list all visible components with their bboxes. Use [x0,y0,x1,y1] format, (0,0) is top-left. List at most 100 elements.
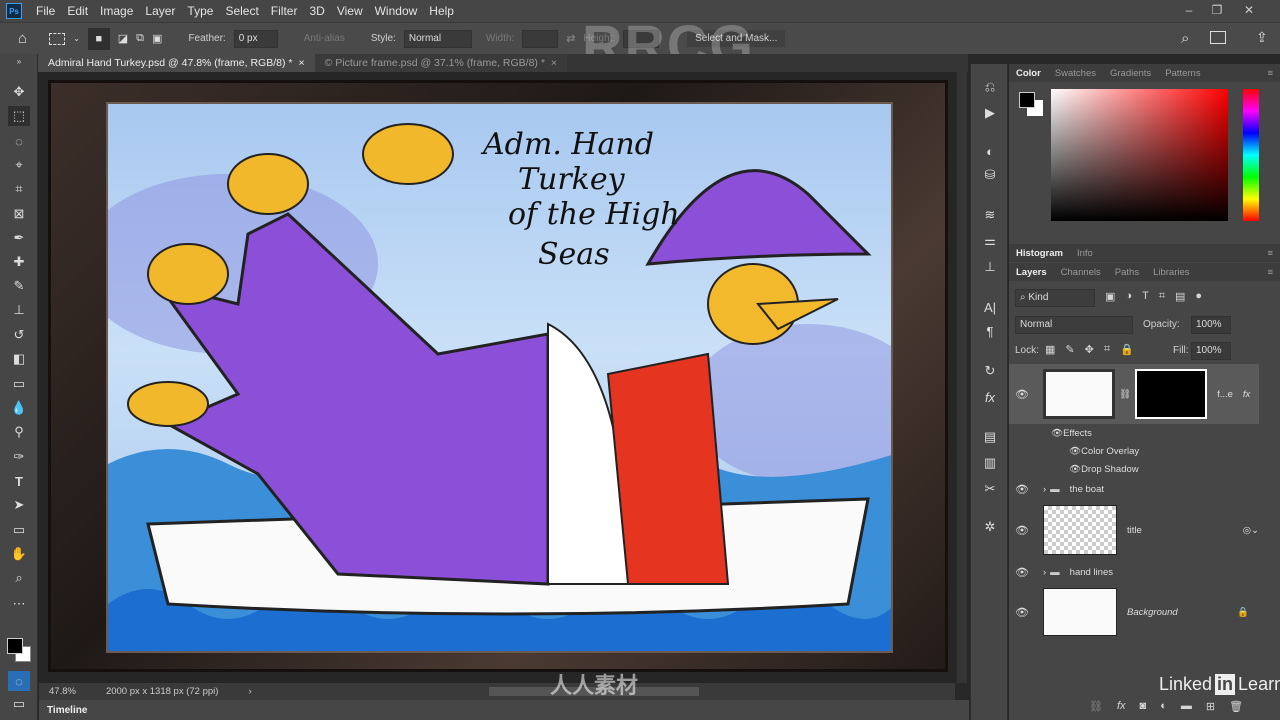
3d-icon[interactable]: ⛁ [980,166,1000,184]
tab-admiral-hand-turkey[interactable]: Admiral Hand Turkey.psd @ 47.8% (frame, … [38,54,315,72]
delete-layer-icon[interactable]: 🗑 [1229,700,1243,713]
layer-filter-select[interactable]: ⌕ Kind [1015,289,1095,307]
effect-drop-shadow[interactable]: 👁 Drop Shadow [1009,460,1259,478]
visibility-eye-icon[interactable]: 👁 [1069,446,1081,457]
panel-menu-icon[interactable]: ≡ [1260,267,1280,278]
restore-button[interactable]: ❐ [1204,0,1230,20]
menu-select[interactable]: Select [219,4,264,18]
visibility-eye-icon[interactable]: 👁 [1009,566,1035,579]
marquee-tool-icon[interactable]: ⬚ [8,106,30,126]
home-icon[interactable]: ⌂ [18,30,27,47]
quick-select-icon[interactable]: ⌖ [8,155,30,175]
visibility-eye-icon[interactable]: 👁 [1009,388,1035,401]
canvas-area[interactable]: Adm. Hand Turkey of the High Seas [39,72,955,683]
path-select-icon[interactable]: ➤ [8,495,30,515]
new-adjustment-icon[interactable]: ◐ [1160,700,1167,713]
frame-tool-icon[interactable]: ⊠ [8,204,30,224]
add-mask-icon[interactable]: ◙ [1140,700,1147,713]
menu-image[interactable]: Image [94,4,139,18]
lock-artboard-icon[interactable]: ⌗ [1104,343,1110,356]
menu-view[interactable]: View [331,4,369,18]
search-icon[interactable]: ⌕ [1181,30,1189,47]
feather-input[interactable]: 0 px [233,29,278,48]
zoom-tool-icon[interactable]: ⌕ [8,568,30,588]
menu-filter[interactable]: Filter [265,4,304,18]
effect-color-overlay[interactable]: 👁 Color Overlay [1009,442,1259,460]
move-tool-icon[interactable]: ✥ [8,82,30,102]
hand-tool-icon[interactable]: ✋ [8,544,30,564]
collapse-icon[interactable]: » [8,56,30,66]
adjustments-icon[interactable]: ◐ [980,142,1000,160]
foreground-color-swatch[interactable] [7,638,23,654]
lasso-tool-icon[interactable]: ◌ [8,131,30,151]
crop-tool-icon[interactable]: ⌗ [8,179,30,199]
add-style-icon[interactable]: fx [1117,700,1126,713]
tab-libraries[interactable]: Libraries [1146,267,1196,278]
visibility-eye-icon[interactable]: 👁 [1009,483,1035,496]
antialias-checkbox[interactable]: Anti-alias [304,33,345,44]
healing-brush-icon[interactable]: ✚ [8,252,30,272]
actions-play-icon[interactable]: ▶ [980,104,1000,122]
expand-chevron-icon[interactable]: › [1043,484,1046,495]
eyedropper-icon[interactable]: ✒ [8,228,30,248]
lock-transparent-icon[interactable]: ▦ [1045,343,1055,356]
menu-window[interactable]: Window [369,4,424,18]
timeline-icon[interactable]: ↻ [980,362,1000,380]
minimize-button[interactable]: – [1176,0,1202,20]
swap-icon[interactable]: ⇄ [566,32,575,45]
tab-info[interactable]: Info [1070,248,1100,259]
lock-icon[interactable]: 🔒 [1237,607,1249,618]
color-foreground-swatch[interactable] [1019,92,1035,108]
tab-histogram[interactable]: Histogram [1009,248,1070,259]
menu-edit[interactable]: Edit [61,4,94,18]
navigator-icon[interactable]: ✲ [980,518,1000,536]
quick-mask-icon[interactable]: ◌ [8,671,30,691]
timeline-panel-tab[interactable]: Timeline [39,700,969,720]
tab-paths[interactable]: Paths [1108,267,1146,278]
share-icon[interactable]: ⇪ [1256,29,1268,46]
menu-file[interactable]: File [30,4,61,18]
width-input[interactable] [522,29,559,48]
lock-position-icon[interactable]: ✥ [1085,343,1094,356]
add-selection-icon[interactable]: ◪ [118,32,128,45]
menu-type[interactable]: Type [181,4,219,18]
color-field[interactable] [1051,89,1228,221]
smart-object-filter-icon[interactable]: ▤ [1175,290,1185,303]
opacity-input[interactable]: 100% [1191,316,1231,334]
pixel-filter-icon[interactable]: ▣ [1105,290,1115,303]
vertical-scrollbar[interactable] [957,72,967,683]
adjustment-filter-icon[interactable]: ◑ [1125,290,1132,303]
new-layer-icon[interactable]: ⊞ [1206,700,1215,713]
type-tool-icon[interactable]: T [8,471,30,491]
paragraph-icon[interactable]: ¶ [980,322,1000,340]
clone-source-icon[interactable]: ⊥ [980,258,1000,276]
panel-menu-icon[interactable]: ≡ [1260,68,1280,79]
menu-layer[interactable]: Layer [139,4,181,18]
marquee-preset-icon[interactable] [49,32,66,45]
link-layers-icon[interactable]: ⛓ [1089,700,1103,713]
expand-chevron-icon[interactable]: › [1043,567,1046,578]
subtract-selection-icon[interactable]: ⧉ [136,32,144,45]
visibility-eye-icon[interactable]: 👁 [1051,428,1063,439]
stamp-tool-icon[interactable]: ⊥ [8,300,30,320]
menu-help[interactable]: Help [423,4,460,18]
close-tab-icon[interactable]: × [551,57,557,69]
brush-tool-icon[interactable]: ✎ [8,276,30,296]
rectangle-tool-icon[interactable]: ▭ [8,520,30,540]
lock-image-icon[interactable]: ✎ [1065,343,1074,356]
screen-mode-icon[interactable]: ▭ [8,694,30,714]
tab-color[interactable]: Color [1009,68,1048,79]
lock-all-icon[interactable]: 🔒 [1120,343,1134,356]
fill-input[interactable]: 100% [1191,342,1231,360]
pen-tool-icon[interactable]: ✑ [8,447,30,467]
close-tab-icon[interactable]: × [298,57,304,69]
gradient-tool-icon[interactable]: ▭ [8,374,30,394]
tab-picture-frame[interactable]: © Picture frame.psd @ 37.1% (frame, RGB/… [314,54,568,72]
shape-filter-icon[interactable]: ⌗ [1159,290,1165,303]
tool-presets-icon[interactable]: ✂ [980,480,1000,498]
visibility-eye-icon[interactable]: 👁 [1009,524,1035,537]
effects-row[interactable]: 👁 Effects [1009,424,1259,442]
workspace-icon[interactable] [1210,31,1226,44]
link-icon[interactable]: ⛓ [1119,389,1131,400]
new-group-icon[interactable]: ▬ [1181,700,1192,713]
